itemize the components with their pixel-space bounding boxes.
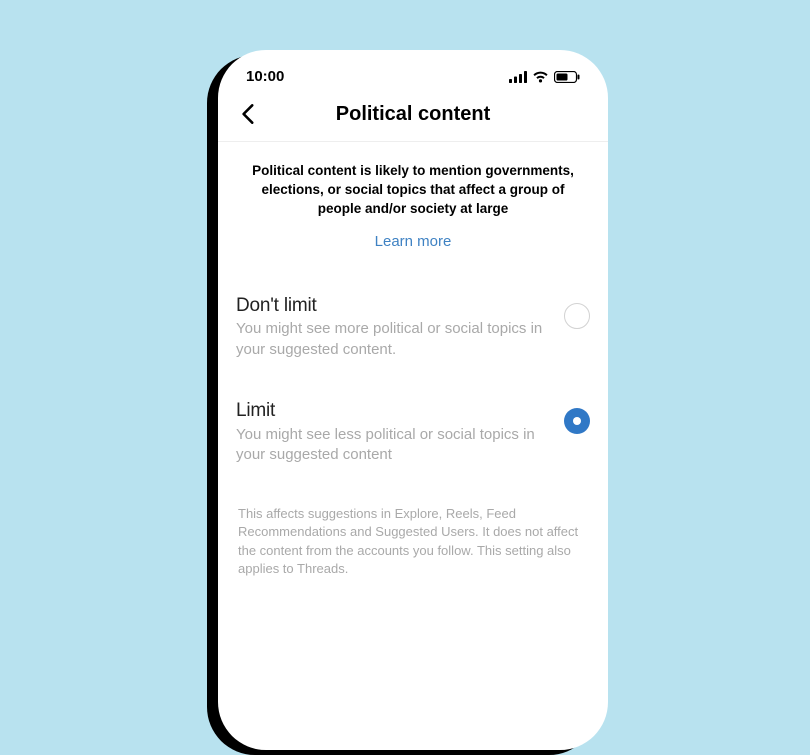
option-limit[interactable]: Limit You might see less political or so… (236, 400, 590, 465)
footer-note: This affects suggestions in Explore, Ree… (236, 505, 590, 578)
intro-text: Political content is likely to mention g… (246, 162, 580, 219)
option-desc: You might see more political or social t… (236, 319, 546, 360)
battery-icon (554, 71, 580, 83)
option-title: Don't limit (236, 295, 546, 318)
option-text: Don't limit You might see more political… (236, 295, 564, 360)
options-list: Don't limit You might see more political… (218, 251, 608, 578)
option-text: Limit You might see less political or so… (236, 400, 564, 465)
intro-block: Political content is likely to mention g… (218, 142, 608, 251)
page-title: Political content (218, 103, 608, 126)
wifi-icon (532, 71, 549, 83)
status-time: 10:00 (246, 68, 284, 85)
cellular-icon (509, 71, 527, 83)
radio-unchecked-icon[interactable] (564, 303, 590, 329)
phone-frame: 10:00 Political content Political con (218, 50, 608, 750)
status-indicators (509, 71, 580, 83)
back-icon[interactable] (236, 101, 262, 127)
page-header: Political content (218, 93, 608, 142)
option-dont-limit[interactable]: Don't limit You might see more political… (236, 295, 590, 360)
status-bar: 10:00 (218, 50, 608, 93)
option-title: Limit (236, 400, 546, 423)
learn-more-link[interactable]: Learn more (375, 233, 452, 250)
radio-checked-icon[interactable] (564, 408, 590, 434)
option-desc: You might see less political or social t… (236, 425, 546, 466)
